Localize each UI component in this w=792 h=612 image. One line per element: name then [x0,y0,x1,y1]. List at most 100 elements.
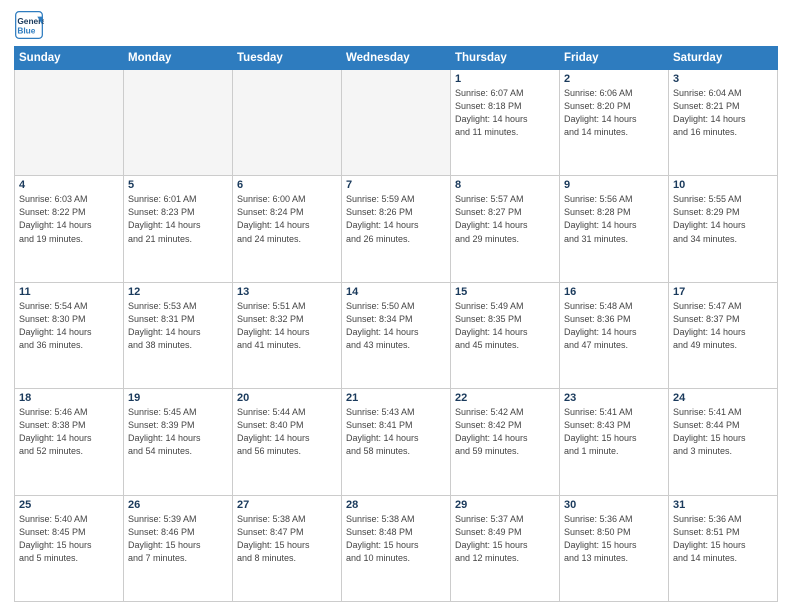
calendar-cell: 10 Sunrise: 5:55 AMSunset: 8:29 PMDayligh… [669,176,778,282]
day-info: Sunrise: 5:57 AMSunset: 8:27 PMDaylight:… [455,193,555,245]
calendar-cell: 9 Sunrise: 5:56 AMSunset: 8:28 PMDaylight… [560,176,669,282]
day-number: 10 [673,179,773,191]
calendar-cell: 29Sunrise: 5:37 AMSunset: 8:49 PMDayligh… [451,495,560,601]
calendar-cell [15,70,124,176]
day-number: 29 [455,499,555,511]
calendar-cell: 24 Sunrise: 5:41 AMSunset: 8:44 PMDayligh… [669,389,778,495]
header: General Blue [14,10,778,40]
calendar-cell: 20Sunrise: 5:44 AMSunset: 8:40 PMDayligh… [233,389,342,495]
day-info: Sunrise: 5:41 AMSunset: 8:44 PMDaylight:… [673,406,773,458]
calendar-cell: 23 Sunrise: 5:41 AMSunset: 8:43 PMDayligh… [560,389,669,495]
day-info: Sunrise: 5:47 AMSunset: 8:37 PMDaylight:… [673,300,773,352]
day-number: 17 [673,286,773,298]
calendar-week-3: 11 Sunrise: 5:54 AMSunset: 8:30 PMDayligh… [15,282,778,388]
day-number: 4 [19,179,119,191]
calendar-week-4: 18Sunrise: 5:46 AMSunset: 8:38 PMDayligh… [15,389,778,495]
calendar-cell: 31 Sunrise: 5:36 AMSunset: 8:51 PMDayligh… [669,495,778,601]
weekday-header-friday: Friday [560,47,669,70]
day-info: Sunrise: 6:01 AMSunset: 8:23 PMDaylight:… [128,193,228,245]
day-info: Sunrise: 5:38 AMSunset: 8:48 PMDaylight:… [346,513,446,565]
day-number: 14 [346,286,446,298]
svg-text:Blue: Blue [17,25,35,35]
calendar-cell: 3 Sunrise: 6:04 AMSunset: 8:21 PMDaylight… [669,70,778,176]
weekday-header-monday: Monday [124,47,233,70]
calendar-cell: 12 Sunrise: 5:53 AMSunset: 8:31 PMDayligh… [124,282,233,388]
calendar-week-1: 1Sunrise: 6:07 AMSunset: 8:18 PMDaylight… [15,70,778,176]
day-info: Sunrise: 5:50 AMSunset: 8:34 PMDaylight:… [346,300,446,352]
day-info: Sunrise: 6:06 AMSunset: 8:20 PMDaylight:… [564,87,664,139]
day-info: Sunrise: 5:45 AMSunset: 8:39 PMDaylight:… [128,406,228,458]
weekday-header-tuesday: Tuesday [233,47,342,70]
day-info: Sunrise: 5:36 AMSunset: 8:51 PMDaylight:… [673,513,773,565]
day-number: 2 [564,73,664,85]
day-number: 11 [19,286,119,298]
calendar-cell: 15 Sunrise: 5:49 AMSunset: 8:35 PMDayligh… [451,282,560,388]
day-info: Sunrise: 5:40 AMSunset: 8:45 PMDaylight:… [19,513,119,565]
day-number: 9 [564,179,664,191]
day-info: Sunrise: 5:59 AMSunset: 8:26 PMDaylight:… [346,193,446,245]
weekday-header-thursday: Thursday [451,47,560,70]
calendar-cell: 19 Sunrise: 5:45 AMSunset: 8:39 PMDayligh… [124,389,233,495]
day-info: Sunrise: 5:41 AMSunset: 8:43 PMDaylight:… [564,406,664,458]
day-info: Sunrise: 5:56 AMSunset: 8:28 PMDaylight:… [564,193,664,245]
weekday-header-wednesday: Wednesday [342,47,451,70]
day-number: 21 [346,392,446,404]
calendar-cell: 30 Sunrise: 5:36 AMSunset: 8:50 PMDayligh… [560,495,669,601]
day-info: Sunrise: 5:39 AMSunset: 8:46 PMDaylight:… [128,513,228,565]
page: General Blue SundayMondayTuesdayWednesda… [0,0,792,612]
day-number: 12 [128,286,228,298]
day-number: 25 [19,499,119,511]
day-number: 3 [673,73,773,85]
day-number: 23 [564,392,664,404]
day-number: 31 [673,499,773,511]
day-number: 24 [673,392,773,404]
day-number: 7 [346,179,446,191]
day-info: Sunrise: 6:00 AMSunset: 8:24 PMDaylight:… [237,193,337,245]
day-info: Sunrise: 5:46 AMSunset: 8:38 PMDaylight:… [19,406,119,458]
calendar-cell: 8 Sunrise: 5:57 AMSunset: 8:27 PMDaylight… [451,176,560,282]
calendar-cell: 25 Sunrise: 5:40 AMSunset: 8:45 PMDayligh… [15,495,124,601]
day-info: Sunrise: 5:55 AMSunset: 8:29 PMDaylight:… [673,193,773,245]
day-info: Sunrise: 6:03 AMSunset: 8:22 PMDaylight:… [19,193,119,245]
calendar-week-5: 25 Sunrise: 5:40 AMSunset: 8:45 PMDayligh… [15,495,778,601]
calendar-cell: 11 Sunrise: 5:54 AMSunset: 8:30 PMDayligh… [15,282,124,388]
day-number: 26 [128,499,228,511]
day-number: 5 [128,179,228,191]
logo-icon: General Blue [14,10,44,40]
day-info: Sunrise: 5:36 AMSunset: 8:50 PMDaylight:… [564,513,664,565]
day-info: Sunrise: 5:44 AMSunset: 8:40 PMDaylight:… [237,406,337,458]
day-number: 15 [455,286,555,298]
calendar-cell: 5 Sunrise: 6:01 AMSunset: 8:23 PMDaylight… [124,176,233,282]
calendar-cell [233,70,342,176]
day-number: 13 [237,286,337,298]
weekday-header-sunday: Sunday [15,47,124,70]
day-number: 28 [346,499,446,511]
logo: General Blue [14,10,48,40]
calendar-cell: 27Sunrise: 5:38 AMSunset: 8:47 PMDayligh… [233,495,342,601]
calendar-week-2: 4 Sunrise: 6:03 AMSunset: 8:22 PMDaylight… [15,176,778,282]
day-number: 1 [455,73,555,85]
day-info: Sunrise: 5:53 AMSunset: 8:31 PMDaylight:… [128,300,228,352]
weekday-header-saturday: Saturday [669,47,778,70]
day-info: Sunrise: 5:38 AMSunset: 8:47 PMDaylight:… [237,513,337,565]
calendar-cell [342,70,451,176]
calendar-cell: 22 Sunrise: 5:42 AMSunset: 8:42 PMDayligh… [451,389,560,495]
calendar-cell: 1Sunrise: 6:07 AMSunset: 8:18 PMDaylight… [451,70,560,176]
calendar-header-row: SundayMondayTuesdayWednesdayThursdayFrid… [15,47,778,70]
day-number: 30 [564,499,664,511]
day-info: Sunrise: 5:49 AMSunset: 8:35 PMDaylight:… [455,300,555,352]
day-number: 22 [455,392,555,404]
calendar-cell: 21Sunrise: 5:43 AMSunset: 8:41 PMDayligh… [342,389,451,495]
day-number: 8 [455,179,555,191]
calendar-cell: 6Sunrise: 6:00 AMSunset: 8:24 PMDaylight… [233,176,342,282]
day-info: Sunrise: 5:42 AMSunset: 8:42 PMDaylight:… [455,406,555,458]
calendar-cell: 18Sunrise: 5:46 AMSunset: 8:38 PMDayligh… [15,389,124,495]
calendar-cell: 13Sunrise: 5:51 AMSunset: 8:32 PMDayligh… [233,282,342,388]
day-info: Sunrise: 5:48 AMSunset: 8:36 PMDaylight:… [564,300,664,352]
calendar-cell: 4 Sunrise: 6:03 AMSunset: 8:22 PMDaylight… [15,176,124,282]
calendar-cell: 28 Sunrise: 5:38 AMSunset: 8:48 PMDayligh… [342,495,451,601]
day-info: Sunrise: 6:04 AMSunset: 8:21 PMDaylight:… [673,87,773,139]
calendar-cell: 2 Sunrise: 6:06 AMSunset: 8:20 PMDaylight… [560,70,669,176]
day-info: Sunrise: 5:54 AMSunset: 8:30 PMDaylight:… [19,300,119,352]
day-number: 19 [128,392,228,404]
